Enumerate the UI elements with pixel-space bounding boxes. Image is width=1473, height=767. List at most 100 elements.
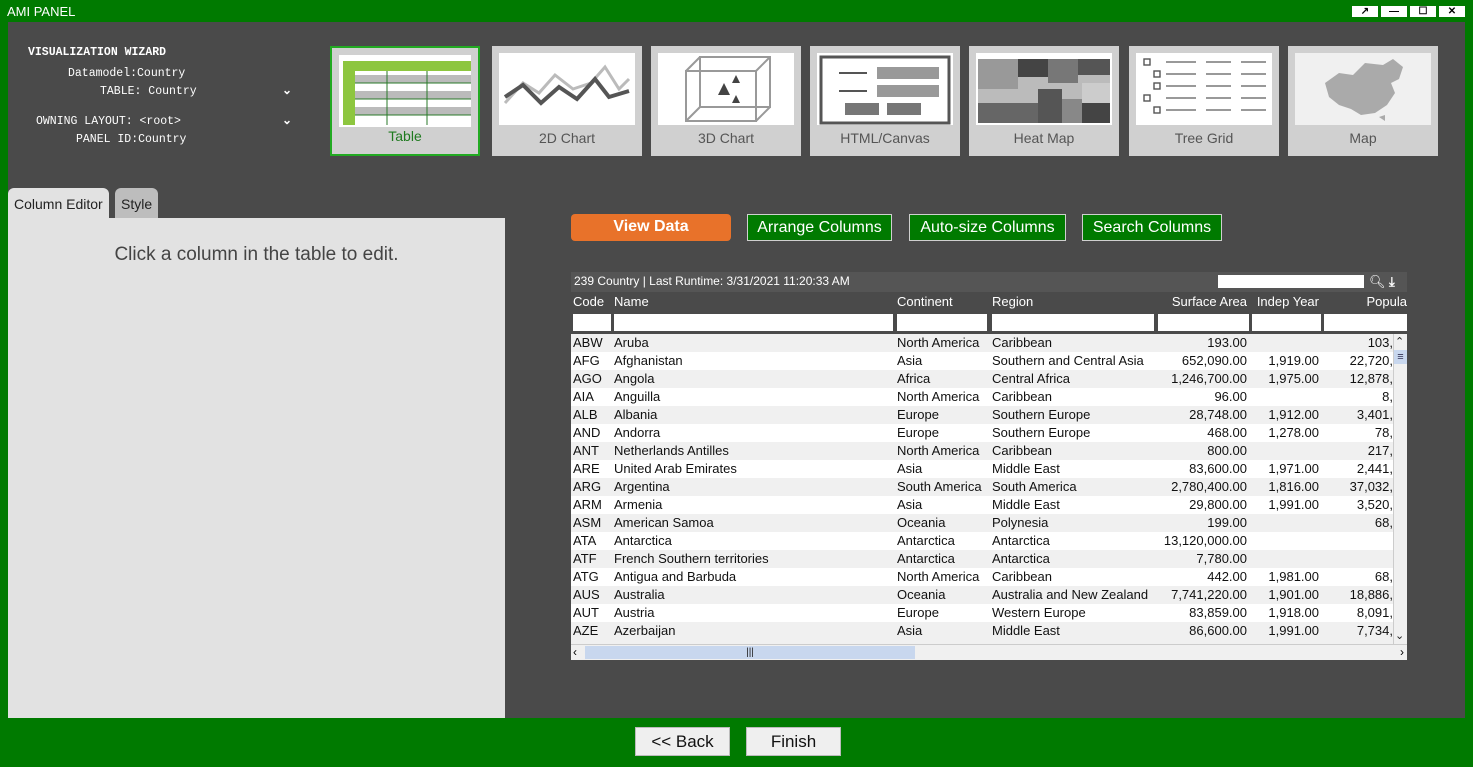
arrange-columns-button[interactable]: Arrange Columns: [747, 214, 892, 241]
table-row[interactable]: ASM American Samoa Oceania Polynesia 199.00 6…: [571, 514, 1393, 532]
table-row[interactable]: AUS Australia Oceania Australia and New Zea…: [571, 586, 1393, 604]
cell-code: ARE: [573, 461, 600, 476]
chevron-right-icon[interactable]: ›: [1400, 645, 1404, 660]
table-row[interactable]: AIA Anguilla North America Caribbean 96.00 8,: [571, 388, 1393, 406]
vis-table-tile[interactable]: Table: [330, 46, 480, 156]
table-row[interactable]: AND Andorra Europe Southern Europe 468.00 1,2…: [571, 424, 1393, 442]
cell-continent: Asia: [897, 497, 923, 512]
cell-population: 103,: [1367, 335, 1393, 350]
grid-search-input[interactable]: [1218, 275, 1364, 288]
popout-icon[interactable]: ↗: [1352, 6, 1378, 17]
cell-code: ARG: [573, 479, 602, 494]
cell-continent: South America: [897, 479, 982, 494]
column-header-name[interactable]: Name: [614, 292, 884, 312]
cell-population: 68,: [1374, 569, 1393, 584]
column-editor-panel: Click a column in the table to edit.: [8, 218, 505, 718]
chevron-up-icon[interactable]: ⌃: [1395, 335, 1404, 348]
table-row[interactable]: ARM Armenia Asia Middle East 29,800.00 1,991.…: [571, 496, 1393, 514]
vis-tree-grid-tile[interactable]: Tree Grid: [1129, 46, 1279, 156]
table-row[interactable]: AZE Azerbaijan Asia Middle East 86,600.00 1,9…: [571, 622, 1393, 640]
column-header-surface-area[interactable]: Surface Area: [1156, 292, 1247, 312]
column-header-continent[interactable]: Continent: [897, 292, 987, 312]
table-icon: [339, 55, 471, 127]
cell-surface-area: 7,741,220.00: [1171, 587, 1247, 602]
horizontal-scrollbar[interactable]: ‹ ||| ›: [571, 644, 1407, 660]
filter-name[interactable]: [614, 314, 893, 331]
vis-map-tile[interactable]: Map: [1288, 46, 1438, 156]
form-icon: [817, 53, 953, 125]
cell-surface-area: 96.00: [1214, 389, 1247, 404]
column-editor-message: Click a column in the table to edit.: [114, 244, 399, 265]
table-row[interactable]: ABW Aruba North America Caribbean 193.00 103,: [571, 334, 1393, 352]
cell-name: Afghanistan: [614, 353, 683, 368]
scroll-thumb[interactable]: |||: [585, 646, 915, 659]
vertical-scrollbar[interactable]: ⌃ ≡ ⌄: [1393, 334, 1407, 644]
table-row[interactable]: ANT Netherlands Antilles North America Cari…: [571, 442, 1393, 460]
column-header-code[interactable]: Code: [573, 292, 611, 312]
cell-region: Central Africa: [992, 371, 1071, 386]
vis-heat-map-tile[interactable]: Heat Map: [969, 46, 1119, 156]
download-icon[interactable]: ⤓: [1389, 272, 1395, 291]
cell-name: Aruba: [614, 335, 649, 350]
cell-continent: North America: [897, 569, 980, 584]
table-row[interactable]: AGO Angola Africa Central Africa 1,246,700.0…: [571, 370, 1393, 388]
table-row[interactable]: ARG Argentina South America South America 2,…: [571, 478, 1393, 496]
chevron-down-icon[interactable]: ⌄: [282, 113, 292, 127]
table-row[interactable]: AFG Afghanistan Asia Southern and Central A…: [571, 352, 1393, 370]
cell-continent: Europe: [897, 407, 939, 422]
cell-continent: Africa: [897, 371, 931, 386]
minimize-icon[interactable]: —: [1381, 6, 1407, 17]
search-columns-button[interactable]: Search Columns: [1082, 214, 1222, 241]
map-icon: [1295, 53, 1431, 125]
vis-html-canvas-tile[interactable]: HTML/Canvas: [810, 46, 960, 156]
cell-surface-area: 1,246,700.00: [1171, 371, 1247, 386]
search-icon[interactable]: 🔍︎: [1369, 272, 1386, 291]
cell-population: 217,: [1367, 443, 1393, 458]
tab-style[interactable]: Style: [115, 188, 158, 218]
table-row[interactable]: ARE United Arab Emirates Asia Middle East 83…: [571, 460, 1393, 478]
vis-2d-chart-tile[interactable]: 2D Chart: [492, 46, 642, 156]
owning-layout-select[interactable]: OWNING LAYOUT: <root>: [36, 115, 181, 128]
vis-3d-chart-tile[interactable]: 3D Chart: [651, 46, 801, 156]
tab-column-editor[interactable]: Column Editor: [8, 188, 109, 218]
filter-surface-area[interactable]: [1158, 314, 1249, 331]
chevron-down-icon[interactable]: ⌄: [1395, 629, 1404, 642]
cube-icon: [658, 53, 794, 125]
finish-button[interactable]: Finish: [746, 727, 841, 756]
chevron-left-icon[interactable]: ‹: [573, 645, 577, 660]
table-select[interactable]: TABLE: Country: [100, 85, 197, 98]
filter-indep-year[interactable]: [1252, 314, 1321, 331]
view-data-button[interactable]: View Data: [571, 214, 731, 241]
cell-name: Argentina: [614, 479, 670, 494]
cell-population: 8,: [1382, 389, 1393, 404]
filter-population[interactable]: [1324, 314, 1407, 331]
table-row[interactable]: ATF French Southern territories Antarctica…: [571, 550, 1393, 568]
column-header-region[interactable]: Region: [992, 292, 1152, 312]
table-row[interactable]: ALB Albania Europe Southern Europe 28,748.00…: [571, 406, 1393, 424]
maximize-icon[interactable]: ☐: [1410, 6, 1436, 17]
table-row[interactable]: AUT Austria Europe Western Europe 83,859.00 1…: [571, 604, 1393, 622]
cell-continent: Oceania: [897, 587, 946, 602]
filter-region[interactable]: [992, 314, 1154, 331]
scroll-thumb[interactable]: ≡: [1394, 350, 1407, 364]
table-row[interactable]: ATA Antarctica Antarctica Antarctica 13,120,…: [571, 532, 1393, 550]
column-header-population[interactable]: Popula: [1323, 292, 1407, 312]
cell-continent: Antarctica: [897, 533, 955, 548]
close-icon[interactable]: ✕: [1439, 6, 1465, 17]
cell-surface-area: 29,800.00: [1189, 497, 1247, 512]
cell-surface-area: 652,090.00: [1181, 353, 1247, 368]
vis-label: HTML/Canvas: [840, 130, 930, 146]
auto-size-columns-button[interactable]: Auto-size Columns: [909, 214, 1066, 241]
back-button[interactable]: << Back: [635, 727, 730, 756]
cell-surface-area: 199.00: [1207, 515, 1247, 530]
chevron-down-icon[interactable]: ⌄: [282, 83, 292, 97]
filter-code[interactable]: [573, 314, 611, 331]
column-header-indep-year[interactable]: Indep Year: [1249, 292, 1319, 312]
cell-region: Antarctica: [992, 551, 1050, 566]
cell-continent: Europe: [897, 605, 939, 620]
filter-continent[interactable]: [897, 314, 987, 331]
cell-code: ATF: [573, 551, 597, 566]
table-row[interactable]: ATG Antigua and Barbuda North America Carib…: [571, 568, 1393, 586]
cell-region: Polynesia: [992, 515, 1049, 530]
cell-name: Armenia: [614, 497, 663, 512]
